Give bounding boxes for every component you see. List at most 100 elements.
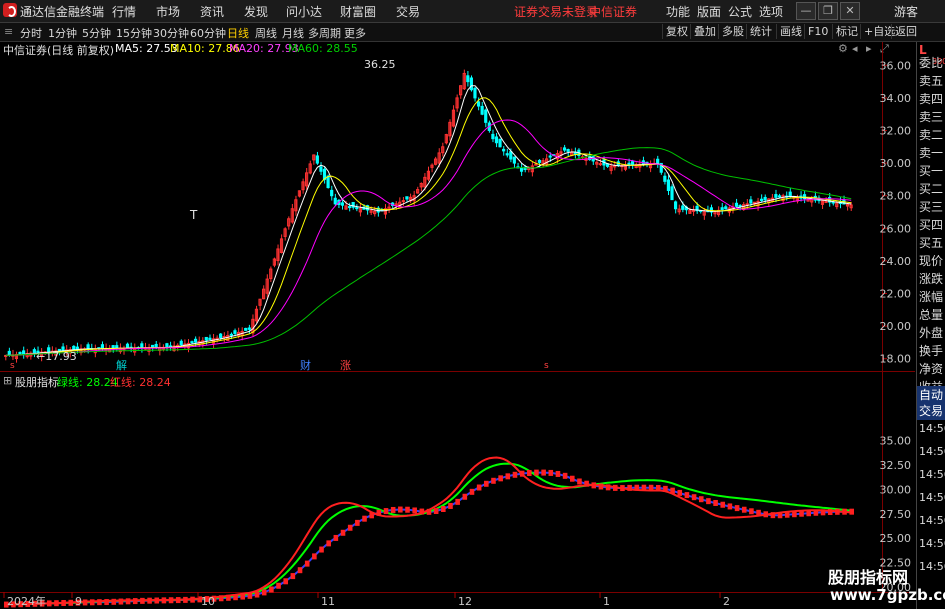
candle-body	[691, 209, 696, 212]
candle-body	[247, 327, 251, 330]
indicator-bar	[140, 597, 145, 604]
indicator-bar	[727, 503, 733, 510]
indicator-bar	[340, 529, 346, 536]
panel-item: 卖五	[919, 74, 944, 88]
indicator-bar	[283, 578, 288, 585]
indicator-bar	[183, 596, 188, 603]
panel-item: 换手	[919, 344, 944, 358]
indicator-toggle-icon[interactable]: ⊞	[3, 374, 12, 387]
event-mark-small: s	[544, 361, 549, 371]
candle-body	[824, 201, 828, 204]
trade-button[interactable]: 交易	[917, 402, 945, 420]
indicator-bar	[448, 502, 453, 509]
panel-item: 现价	[919, 254, 944, 268]
candle-body	[720, 207, 724, 211]
indicator-bar	[555, 470, 561, 477]
indicator-bar	[118, 598, 124, 605]
candle-body	[831, 201, 835, 204]
green-line	[5, 462, 852, 606]
candle-body	[548, 155, 552, 158]
indicator-bar	[240, 593, 246, 600]
indicator-bar	[175, 597, 181, 604]
candle-body	[777, 195, 782, 198]
panel-tick-time: 14:56	[919, 514, 945, 527]
indicator-bar	[598, 483, 604, 490]
indicator-bar	[641, 484, 647, 491]
indicator-bar	[125, 598, 131, 605]
price-label: 18.00	[880, 353, 912, 366]
quote-side-panel: L 300 委比 卖五 卖四 卖三 卖二 卖一 买一 买二 买三 买四 买五 现价 涨跌 涨幅 总量 外盘 换手…	[916, 42, 945, 609]
candle-body	[469, 77, 473, 91]
candle-body	[179, 340, 183, 346]
candle-body	[502, 148, 506, 152]
high-price-label: 36.25	[364, 58, 396, 71]
candle-body	[18, 351, 22, 355]
indicator-bar	[684, 492, 690, 499]
indicator-axis-label: 32.50	[880, 459, 912, 472]
indicator-bar	[505, 473, 511, 480]
ma10-line	[5, 97, 852, 356]
indicator-bar	[154, 597, 160, 604]
panel-item: 涨跌	[919, 272, 944, 286]
candle-body	[498, 138, 502, 148]
indicator-bar	[806, 510, 812, 517]
indicator-bar	[627, 484, 632, 491]
candle-body	[208, 337, 212, 340]
candle-body	[229, 333, 233, 336]
indicator-bar	[519, 470, 525, 477]
price-label: 30.00	[880, 157, 912, 170]
candle-body	[125, 343, 130, 349]
candle-body	[494, 136, 499, 144]
panel-item: 买四	[919, 218, 944, 232]
indicator-bar	[190, 596, 195, 603]
indicator-bar	[269, 586, 274, 593]
indicator-bar	[312, 553, 317, 560]
indicator-bar	[89, 599, 95, 606]
indicator-bar	[405, 506, 410, 513]
price-label: 34.00	[880, 92, 912, 105]
candle-body	[193, 338, 198, 343]
indicator-bar	[276, 582, 281, 589]
candle-body	[656, 158, 660, 164]
candle-body	[72, 345, 76, 350]
time-label: 2024年	[7, 594, 46, 608]
panel-tick-time: 14:56	[919, 560, 945, 573]
candle-body	[480, 105, 484, 115]
time-label: 11	[321, 595, 335, 608]
candle-body	[244, 327, 248, 331]
candle-body	[491, 133, 495, 140]
event-mark: 解	[116, 358, 127, 372]
indicator-bar	[132, 598, 138, 605]
indicator-bar	[756, 509, 761, 516]
indicator-bar	[46, 600, 52, 607]
panel-item: 卖二	[919, 128, 944, 142]
indicator-bar	[226, 594, 231, 601]
ma5-line	[5, 85, 852, 356]
indicator-bar	[634, 484, 640, 491]
indicator-bar	[426, 508, 432, 515]
candle-body	[330, 189, 334, 197]
candle-body	[512, 156, 516, 164]
indicator-bar	[512, 471, 518, 478]
kline-chart[interactable]: 36.00 34.00 32.00 30.00 28.00 26.00 24.00 22.00…	[0, 0, 915, 609]
indicator-bar	[792, 511, 797, 518]
panel-tick-time: 14:56	[919, 468, 945, 481]
panel-item: 委比	[919, 56, 944, 70]
indicator-bar	[355, 519, 360, 526]
candle-body	[319, 166, 323, 172]
indicator-bar	[749, 508, 754, 515]
price-label: 24.00	[880, 255, 912, 268]
red-line	[5, 456, 852, 606]
indicator-bar	[562, 472, 568, 479]
indicator-bar	[390, 506, 396, 513]
indicator-bar	[419, 508, 425, 515]
indicator-bar	[54, 600, 59, 607]
panel-item: 卖三	[919, 110, 944, 124]
event-mark-small: s	[10, 361, 15, 371]
panel-item: 买五	[919, 236, 944, 250]
candle-body	[466, 75, 470, 83]
panel-item: 卖一	[919, 146, 944, 160]
candle-body	[204, 336, 208, 341]
panel-tick-time: 14:56	[919, 537, 945, 550]
indicator-bar	[462, 493, 468, 500]
